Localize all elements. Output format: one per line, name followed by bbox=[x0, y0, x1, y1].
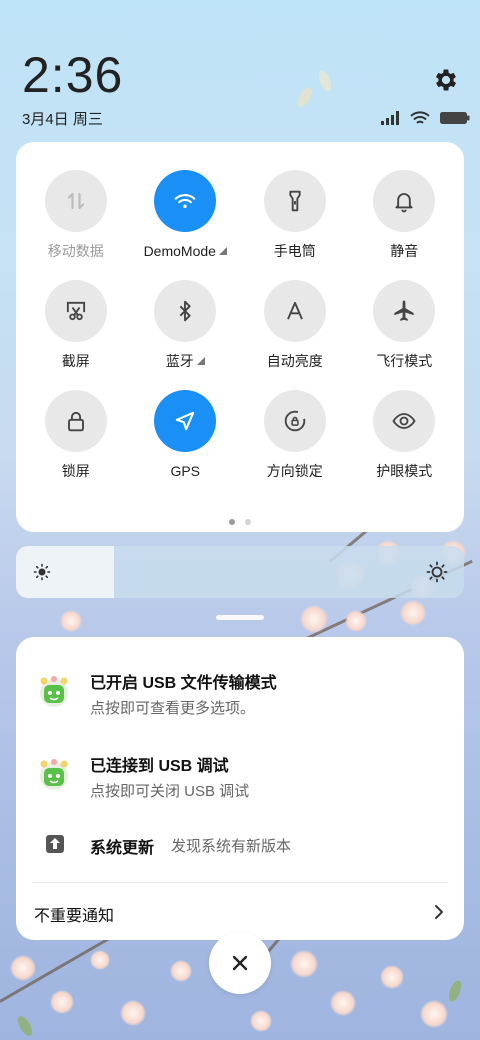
quick-settings-grid: 移动数据 DemoMode 手电筒 静音截屏 蓝牙 自动亮度 飞行模式锁屏 GPS 方向锁定 护眼… bbox=[16, 170, 469, 480]
tile-label-text: 锁屏 bbox=[61, 463, 90, 479]
battery-icon bbox=[440, 112, 470, 124]
notification-title: 已开启 USB 文件传输模式 bbox=[90, 675, 277, 692]
tile-button[interactable] bbox=[44, 390, 107, 452]
tile-label-text: DemoMode bbox=[143, 243, 216, 259]
tile-button[interactable] bbox=[154, 170, 217, 232]
tile-label-text: 护眼模式 bbox=[376, 463, 433, 479]
signal-icon bbox=[381, 111, 399, 125]
tile-label: DemoMode bbox=[144, 242, 227, 260]
tile-label: 截屏 bbox=[62, 352, 90, 370]
tile-label-text: 飞行模式 bbox=[376, 353, 433, 369]
notification-system-update[interactable]: 系统更新 发现系统有新版本 bbox=[16, 831, 464, 861]
tile-label-text: 手电筒 bbox=[273, 243, 316, 259]
tile-label-text: 自动亮度 bbox=[266, 353, 323, 369]
page-indicator bbox=[16, 519, 464, 525]
airplane-icon bbox=[394, 300, 414, 321]
brightness-level bbox=[16, 546, 114, 598]
drag-handle[interactable] bbox=[216, 615, 264, 620]
screenshot-icon bbox=[66, 301, 85, 321]
tile-label-text: 截屏 bbox=[61, 353, 90, 369]
tile-label: GPS bbox=[170, 462, 200, 480]
tile-button[interactable] bbox=[373, 390, 436, 452]
notification-text: 点按即可查看更多选项。 bbox=[90, 700, 256, 717]
notification-title: 已连接到 USB 调试 bbox=[90, 758, 229, 775]
tile-flashlight[interactable]: 手电筒 bbox=[240, 170, 350, 260]
auto-brightness-icon bbox=[286, 301, 303, 320]
tile-label: 锁屏 bbox=[62, 462, 90, 480]
android-icon bbox=[40, 759, 68, 790]
gps-icon bbox=[176, 411, 195, 431]
tile-label-text: 蓝牙 bbox=[165, 353, 194, 369]
upload-icon bbox=[46, 835, 64, 853]
tile-label-text: 移动数据 bbox=[47, 243, 104, 259]
tile-screenshot[interactable]: 截屏 bbox=[21, 280, 131, 370]
wifi-status-icon bbox=[410, 110, 430, 124]
tile-auto-brightness[interactable]: 自动亮度 bbox=[240, 280, 350, 370]
tile-button[interactable] bbox=[373, 170, 436, 232]
tile-rotation-lock[interactable]: 方向锁定 bbox=[240, 390, 350, 480]
lock-icon bbox=[67, 411, 84, 432]
tile-button[interactable] bbox=[263, 390, 326, 452]
notification-text: 点按即可关闭 USB 调试 bbox=[90, 783, 250, 800]
tile-label: 手电筒 bbox=[274, 242, 316, 260]
tile-label-text: GPS bbox=[170, 463, 201, 479]
tile-button[interactable] bbox=[44, 170, 107, 232]
notification-usb-debugging[interactable]: 已连接到 USB 调试 点按即可关闭 USB 调试 bbox=[16, 750, 464, 810]
chevron-right-icon[interactable] bbox=[430, 903, 448, 921]
wifi-icon bbox=[174, 194, 196, 208]
tile-label: 蓝牙 bbox=[166, 352, 205, 370]
notification-panel: 已开启 USB 文件传输模式 点按即可查看更多选项。 已连接到 USB 调试 点… bbox=[16, 637, 464, 940]
tile-label-text: 静音 bbox=[390, 243, 419, 259]
tile-button[interactable] bbox=[154, 280, 217, 342]
tile-button[interactable] bbox=[373, 280, 436, 342]
tile-button[interactable] bbox=[154, 390, 217, 452]
notification-text: 发现系统有新版本 bbox=[171, 838, 292, 855]
tile-lock[interactable]: 锁屏 bbox=[21, 390, 131, 480]
divider bbox=[32, 882, 448, 883]
clear-all-button[interactable] bbox=[209, 932, 271, 994]
tile-label: 飞行模式 bbox=[376, 352, 432, 370]
flashlight-icon bbox=[289, 190, 301, 212]
page-dot-1 bbox=[229, 519, 235, 525]
clock: 2:36 bbox=[22, 47, 124, 103]
quick-settings-panel: 移动数据 DemoMode 手电筒 静音截屏 蓝牙 自动亮度 飞行模式锁屏 GPS 方向锁定 护眼… bbox=[16, 142, 464, 532]
tile-mobile-data[interactable]: 移动数据 bbox=[21, 170, 131, 260]
bell-icon bbox=[395, 193, 413, 213]
tile-button[interactable] bbox=[263, 170, 326, 232]
tile-label: 护眼模式 bbox=[376, 462, 432, 480]
android-icon bbox=[40, 676, 68, 707]
settings-gear-icon[interactable] bbox=[432, 66, 460, 94]
tile-airplane[interactable]: 飞行模式 bbox=[350, 280, 460, 370]
status-icons bbox=[380, 108, 470, 128]
eye-icon bbox=[392, 413, 416, 429]
date: 3月4日 周三 bbox=[22, 111, 103, 128]
brightness-low-icon bbox=[33, 563, 51, 581]
rotation-lock-icon bbox=[284, 410, 306, 432]
expand-triangle-icon bbox=[218, 247, 227, 255]
notification-usb-transfer[interactable]: 已开启 USB 文件传输模式 点按即可查看更多选项。 bbox=[16, 667, 464, 727]
notification-title: 系统更新 bbox=[90, 840, 155, 857]
expand-triangle-icon bbox=[196, 357, 205, 365]
tile-label: 移动数据 bbox=[48, 242, 104, 260]
brightness-slider[interactable] bbox=[16, 546, 464, 598]
tile-label-text: 方向锁定 bbox=[266, 463, 323, 479]
page-dot-2 bbox=[245, 519, 251, 525]
tile-button[interactable] bbox=[44, 280, 107, 342]
tile-gps[interactable]: GPS bbox=[131, 390, 241, 480]
mobile-data-icon bbox=[67, 192, 84, 210]
brightness-high-icon bbox=[426, 561, 448, 583]
tile-bell[interactable]: 静音 bbox=[350, 170, 460, 260]
close-icon bbox=[232, 955, 248, 971]
tile-eye[interactable]: 护眼模式 bbox=[350, 390, 460, 480]
tile-label: 静音 bbox=[390, 242, 418, 260]
unimportant-notifications-link[interactable]: 不重要通知 bbox=[34, 902, 114, 926]
tile-button[interactable] bbox=[263, 280, 326, 342]
tile-label: 自动亮度 bbox=[267, 352, 323, 370]
tile-label: 方向锁定 bbox=[267, 462, 323, 480]
bluetooth-icon bbox=[179, 300, 191, 322]
tile-bluetooth[interactable]: 蓝牙 bbox=[131, 280, 241, 370]
tile-wifi[interactable]: DemoMode bbox=[131, 170, 241, 260]
